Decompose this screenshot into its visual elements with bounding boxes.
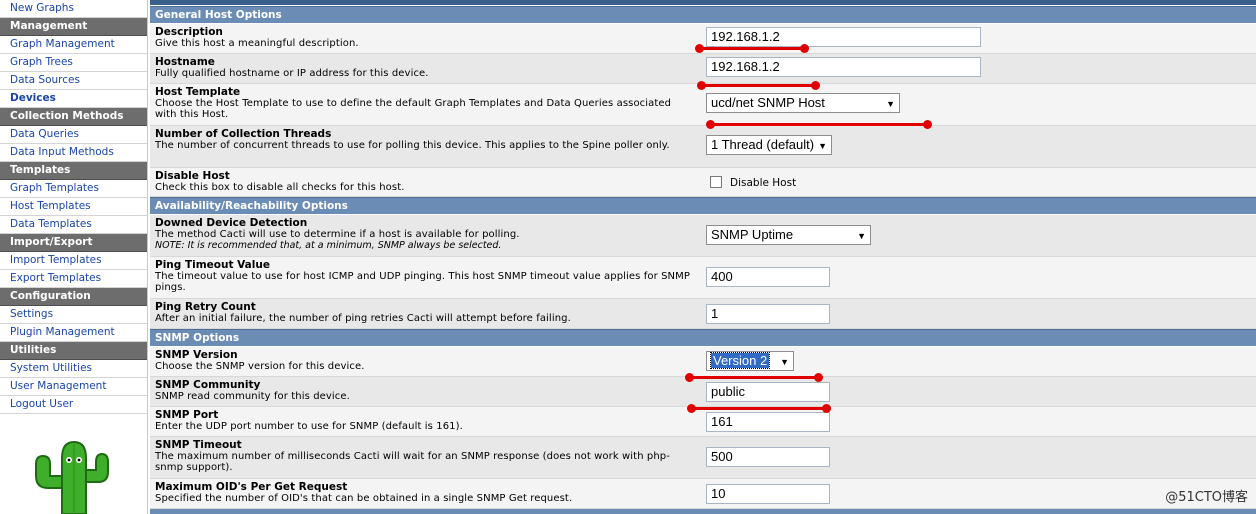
label-max-oids: Maximum OID's Per Get Request [155, 481, 348, 493]
host-template-select[interactable]: ucd/net SNMP Host ▼ [706, 93, 900, 113]
desc-description: Give this host a meaningful description. [155, 38, 359, 49]
label-ping-retry: Ping Retry Count [155, 301, 256, 313]
row-snmp-timeout: SNMP Timeout The maximum number of millis… [150, 437, 1256, 479]
downed-detection-select[interactable]: SNMP Uptime ▼ [706, 225, 871, 245]
section-general-host-options: General Host Options [150, 6, 1256, 23]
nav-data-input-methods[interactable]: Data Input Methods [0, 144, 147, 162]
nav-data-sources[interactable]: Data Sources [0, 72, 147, 90]
main-content: General Host Options Description Give thi… [150, 0, 1256, 514]
label-downed-detection: Downed Device Detection [155, 217, 308, 229]
row-ping-retry: Ping Retry Count After an initial failure… [150, 299, 1256, 329]
sidebar: New Graphs Management Graph Management Grap… [0, 0, 148, 514]
annotation-underline [687, 404, 831, 413]
label-disable-host: Disable Host [155, 170, 230, 182]
annotation-underline [697, 81, 820, 90]
nav-devices[interactable]: Devices [0, 90, 147, 108]
label-host-template: Host Template [155, 86, 241, 98]
row-disable-host: Disable Host Check this box to disable al… [150, 168, 1256, 197]
label-collection-threads: Number of Collection Threads [155, 128, 332, 140]
label-description: Description [155, 26, 223, 38]
cactus-logo-icon [35, 440, 109, 514]
nav-graph-management[interactable]: Graph Management [0, 36, 147, 54]
nav-export-templates[interactable]: Export Templates [0, 270, 147, 288]
annotation-underline [685, 373, 823, 382]
desc-ping-retry: After an initial failure, the number of … [155, 313, 571, 324]
section-snmp-options: SNMP Options [150, 329, 1256, 346]
row-snmp-community: SNMP Community SNMP read community for th… [150, 377, 1256, 407]
annotation-underline [706, 120, 932, 129]
nav-header-collection-methods: Collection Methods [0, 108, 147, 126]
nav-graph-trees[interactable]: Graph Trees [0, 54, 147, 72]
row-host-template: Host Template Choose the Host Template to… [150, 84, 1256, 126]
chevron-down-icon: ▼ [857, 231, 866, 241]
top-bar [150, 0, 1256, 5]
bottom-bar [150, 509, 1256, 514]
desc-hostname: Fully qualified hostname or IP address f… [155, 68, 429, 79]
snmp-port-input[interactable]: 161 [706, 412, 830, 432]
nav-settings[interactable]: Settings [0, 306, 147, 324]
max-oids-input[interactable]: 10 [706, 484, 830, 504]
label-hostname: Hostname [155, 56, 215, 68]
ping-retry-input[interactable]: 1 [706, 304, 830, 324]
desc-downed-detection: The method Cacti will use to determine i… [155, 229, 520, 240]
downed-detection-value: SNMP Uptime [711, 227, 794, 242]
desc-snmp-port: Enter the UDP port number to use for SNM… [155, 421, 463, 432]
desc-max-oids: Specified the number of OID's that can b… [155, 493, 573, 504]
nav-header-import-export: Import/Export [0, 234, 147, 252]
label-snmp-version: SNMP Version [155, 349, 238, 361]
desc-snmp-timeout: The maximum number of milliseconds Cacti… [155, 451, 670, 473]
chevron-down-icon: ▼ [818, 141, 827, 151]
description-input[interactable]: 192.168.1.2 [706, 27, 981, 47]
collection-threads-value: 1 Thread (default) [711, 137, 815, 152]
nav-header-templates: Templates [0, 162, 147, 180]
section-availability-options: Availability/Reachability Options [150, 197, 1256, 214]
nav-logout-user[interactable]: Logout User [0, 396, 147, 414]
row-hostname: Hostname Fully qualified hostname or IP a… [150, 54, 1256, 84]
nav-data-queries[interactable]: Data Queries [0, 126, 147, 144]
host-template-value: ucd/net SNMP Host [711, 95, 825, 110]
desc-ping-timeout: The timeout value to use for host ICMP a… [155, 271, 690, 293]
nav-graph-templates[interactable]: Graph Templates [0, 180, 147, 198]
row-snmp-version: SNMP Version Choose the SNMP version for … [150, 347, 1256, 377]
desc-snmp-community: SNMP read community for this device. [155, 391, 350, 402]
annotation-underline [695, 44, 809, 53]
snmp-version-select[interactable]: Version 2 ▼ [706, 351, 794, 371]
hostname-input[interactable]: 192.168.1.2 [706, 57, 981, 77]
nav-user-management[interactable]: User Management [0, 378, 147, 396]
note-downed-detection: NOTE: It is recommended that, at a minim… [155, 240, 502, 251]
nav-header-configuration: Configuration [0, 288, 147, 306]
nav-header-management: Management [0, 18, 147, 36]
nav-host-templates[interactable]: Host Templates [0, 198, 147, 216]
row-downed-detection: Downed Device Detection The method Cacti … [150, 215, 1256, 257]
nav-system-utilities[interactable]: System Utilities [0, 360, 147, 378]
disable-host-checkbox[interactable] [710, 176, 722, 188]
snmp-community-input[interactable]: public [706, 382, 830, 402]
ping-timeout-input[interactable]: 400 [706, 267, 830, 287]
label-ping-timeout: Ping Timeout Value [155, 259, 270, 271]
label-snmp-port: SNMP Port [155, 409, 219, 421]
nav-plugin-management[interactable]: Plugin Management [0, 324, 147, 342]
sidebar-nav: New Graphs Management Graph Management Grap… [0, 0, 147, 414]
row-snmp-port: SNMP Port Enter the UDP port number to us… [150, 407, 1256, 437]
nav-new-graphs[interactable]: New Graphs [0, 0, 147, 18]
desc-snmp-version: Choose the SNMP version for this device. [155, 361, 365, 372]
chevron-down-icon: ▼ [886, 99, 895, 109]
label-snmp-community: SNMP Community [155, 379, 261, 391]
watermark: @51CTO博客 [1165, 490, 1248, 505]
nav-header-utilities: Utilities [0, 342, 147, 360]
row-collection-threads: Number of Collection Threads The number o… [150, 126, 1256, 168]
desc-host-template: Choose the Host Template to use to defin… [155, 98, 672, 120]
snmp-timeout-input[interactable]: 500 [706, 447, 830, 467]
nav-import-templates[interactable]: Import Templates [0, 252, 147, 270]
row-max-oids: Maximum OID's Per Get Request Specified t… [150, 479, 1256, 509]
label-snmp-timeout: SNMP Timeout [155, 439, 242, 451]
nav-data-templates[interactable]: Data Templates [0, 216, 147, 234]
desc-collection-threads: The number of concurrent threads to use … [155, 140, 670, 151]
desc-disable-host: Check this box to disable all checks for… [155, 182, 405, 193]
snmp-version-value: Version 2 [709, 352, 771, 369]
row-ping-timeout: Ping Timeout Value The timeout value to u… [150, 257, 1256, 299]
disable-host-checkbox-label[interactable]: Disable Host [730, 177, 796, 189]
chevron-down-icon: ▼ [780, 357, 789, 367]
collection-threads-select[interactable]: 1 Thread (default) ▼ [706, 135, 832, 155]
